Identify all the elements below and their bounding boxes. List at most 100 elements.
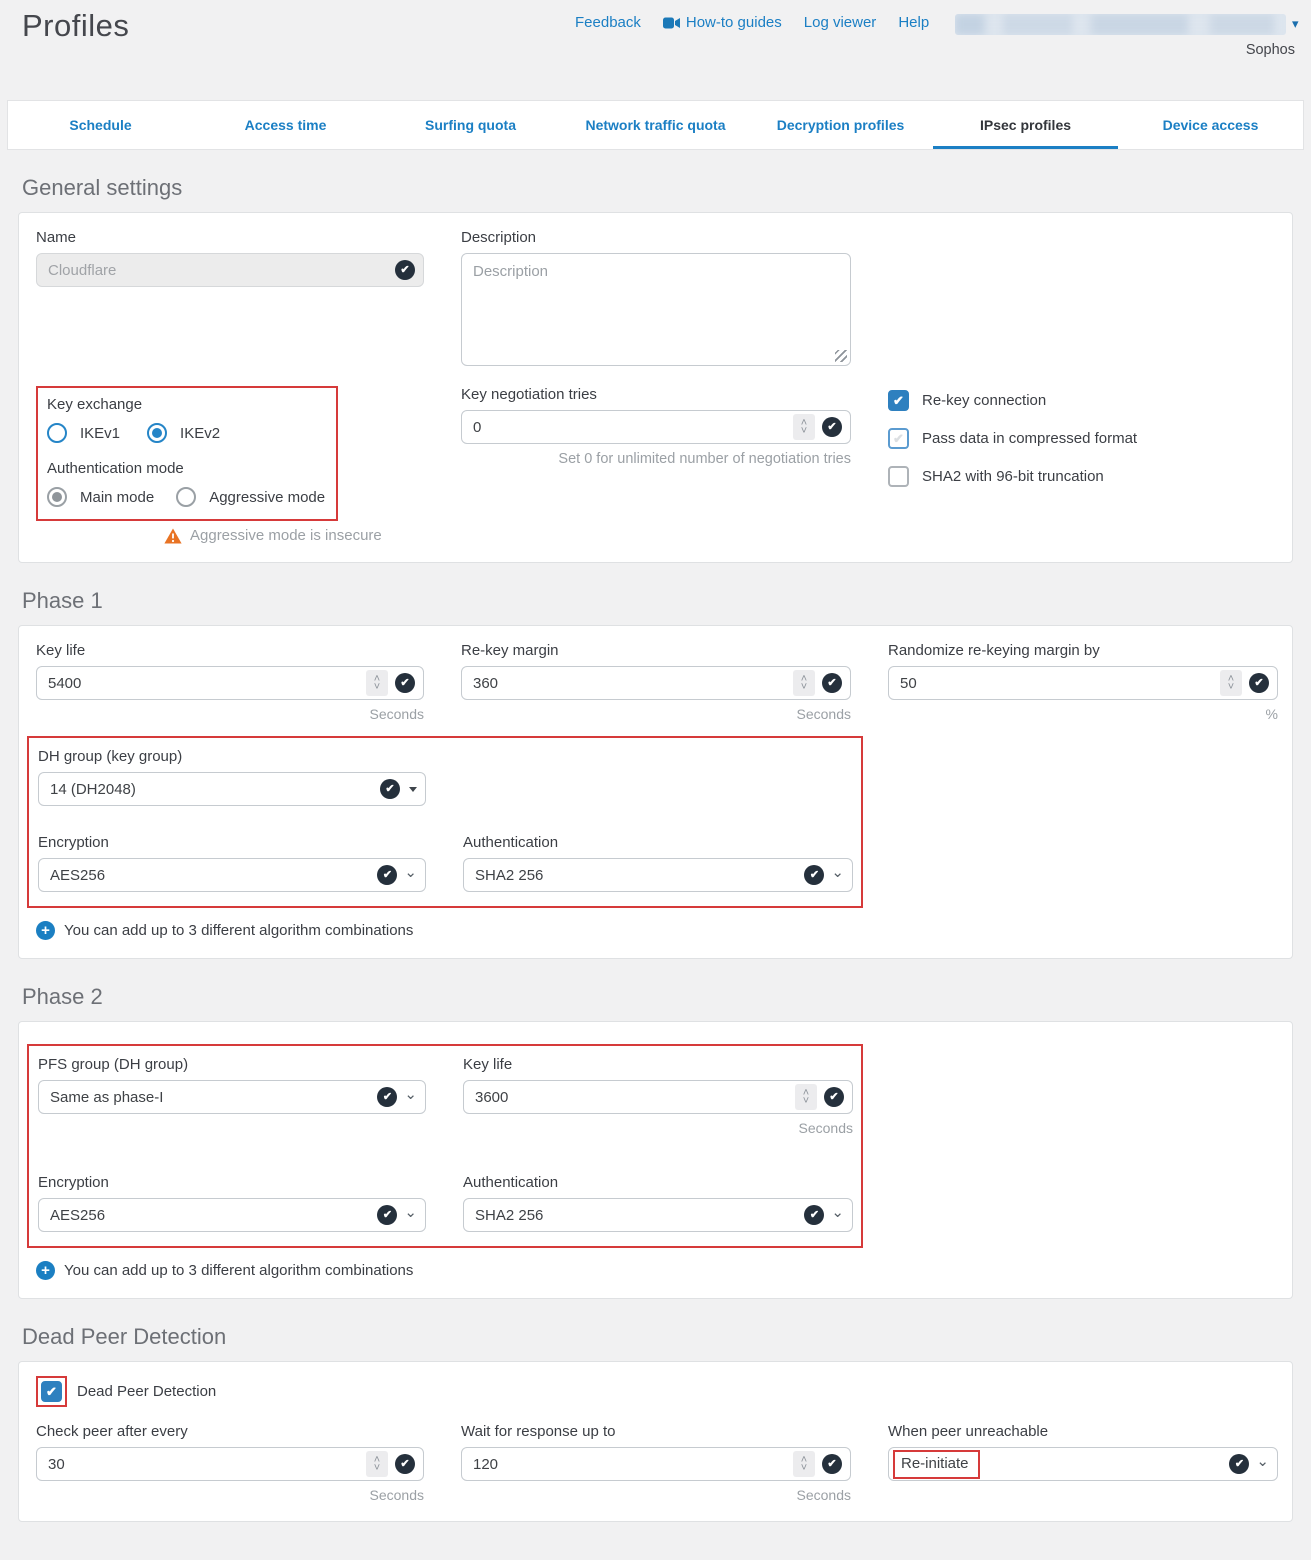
brand-label: Sophos xyxy=(1246,42,1295,58)
stepper-control[interactable]: ˄˅ xyxy=(793,670,815,696)
key-negotiation-helper: Set 0 for unlimited number of negotiatio… xyxy=(461,451,851,467)
phase1-card: Key life 5400 ˄˅ ✔ Seconds Re-key margin… xyxy=(18,625,1293,959)
p1-randomize-label: Randomize re-keying margin by xyxy=(888,642,1278,659)
valid-check-icon: ✔ xyxy=(380,779,400,799)
add-combination-icon[interactable]: + xyxy=(36,921,55,940)
p2-key-life-input[interactable]: 3600 ˄˅ ✔ xyxy=(463,1080,853,1114)
main-mode-radio[interactable] xyxy=(47,487,67,507)
p1-key-life-unit: Seconds xyxy=(36,706,424,722)
chevron-down-icon[interactable]: ⌄ xyxy=(404,865,417,880)
help-label: Help xyxy=(898,14,929,31)
valid-check-icon: ✔ xyxy=(822,1454,842,1474)
peer-unreachable-select[interactable]: Re-initiate ✔ ⌄ xyxy=(888,1447,1278,1481)
tab-schedule[interactable]: Schedule xyxy=(8,101,193,149)
dropdown-caret-icon[interactable] xyxy=(409,787,417,792)
tab-surfing-quota[interactable]: Surfing quota xyxy=(378,101,563,149)
general-settings-heading: General settings xyxy=(22,175,1311,201)
p1-key-life-input[interactable]: 5400 ˄˅ ✔ xyxy=(36,666,424,700)
dpd-enable-label: Dead Peer Detection xyxy=(77,1383,216,1400)
admin-account-menu[interactable] xyxy=(955,14,1286,35)
resize-grip-icon[interactable] xyxy=(835,350,847,362)
check-peer-unit: Seconds xyxy=(36,1487,424,1503)
p1-authentication-select[interactable]: SHA2 256 ✔ ⌄ xyxy=(463,858,853,892)
chevron-down-icon[interactable]: ⌄ xyxy=(831,1205,844,1220)
add-combination-icon[interactable]: + xyxy=(36,1261,55,1280)
rekey-connection-checkbox[interactable]: ✔ xyxy=(888,390,909,411)
ikev1-radio[interactable] xyxy=(47,423,67,443)
page-title: Profiles xyxy=(22,8,129,44)
chevron-down-icon[interactable]: ⌄ xyxy=(404,1205,417,1220)
pfs-group-select[interactable]: Same as phase-I ✔ ⌄ xyxy=(38,1080,426,1114)
stepper-down-icon[interactable]: ˅ xyxy=(803,1097,809,1105)
valid-check-icon: ✔ xyxy=(1229,1454,1249,1474)
stepper-down-icon[interactable]: ˅ xyxy=(374,1464,380,1472)
p2-authentication-value: SHA2 256 xyxy=(475,1207,797,1224)
valid-check-icon: ✔ xyxy=(395,673,415,693)
tab-network-traffic-quota[interactable]: Network traffic quota xyxy=(563,101,748,149)
p1-encryption-select[interactable]: AES256 ✔ ⌄ xyxy=(38,858,426,892)
stepper-control[interactable]: ˄˅ xyxy=(793,1451,815,1477)
wait-response-input[interactable]: 120 ˄˅ ✔ xyxy=(461,1447,851,1481)
p1-randomize-input[interactable]: 50 ˄˅ ✔ xyxy=(888,666,1278,700)
key-exchange-label: Key exchange xyxy=(47,396,332,413)
howto-guides-link[interactable]: How-to guides xyxy=(663,14,782,31)
p1-add-note: You can add up to 3 different algorithm … xyxy=(64,922,413,939)
dpd-enable-checkbox[interactable]: ✔ xyxy=(41,1381,62,1402)
general-settings-card: Name Cloudflare ✔ Description Descriptio… xyxy=(18,212,1293,563)
stepper-down-icon[interactable]: ˅ xyxy=(1228,683,1234,691)
ikev2-radio[interactable] xyxy=(147,423,167,443)
tab-ipsec-profiles[interactable]: IPsec profiles xyxy=(933,101,1118,149)
description-textarea[interactable]: Description xyxy=(461,253,851,366)
auth-mode-label: Authentication mode xyxy=(47,460,332,477)
key-negotiation-input[interactable]: 0 ˄ ˅ ✔ xyxy=(461,410,851,444)
chevron-down-icon[interactable]: ⌄ xyxy=(831,865,844,880)
stepper-control[interactable]: ˄ ˅ xyxy=(793,414,815,440)
stepper-down-icon[interactable]: ˅ xyxy=(801,427,807,435)
aggressive-mode-radio[interactable] xyxy=(176,487,196,507)
check-peer-input[interactable]: 30 ˄˅ ✔ xyxy=(36,1447,424,1481)
valid-check-icon: ✔ xyxy=(377,1205,397,1225)
aggressive-mode-label: Aggressive mode xyxy=(209,489,325,506)
header-links: Feedback How-to guides Log viewer Help xyxy=(575,14,929,31)
p2-encryption-select[interactable]: AES256 ✔ ⌄ xyxy=(38,1198,426,1232)
valid-check-icon: ✔ xyxy=(377,1087,397,1107)
p2-authentication-select[interactable]: SHA2 256 ✔ ⌄ xyxy=(463,1198,853,1232)
p1-rekey-margin-input[interactable]: 360 ˄˅ ✔ xyxy=(461,666,851,700)
stepper-down-icon[interactable]: ˅ xyxy=(801,1464,807,1472)
blurred-admin-name xyxy=(955,14,1286,35)
stepper-down-icon[interactable]: ˅ xyxy=(801,683,807,691)
feedback-label: Feedback xyxy=(575,14,641,31)
stepper-control[interactable]: ˄˅ xyxy=(366,670,388,696)
ikev2-label: IKEv2 xyxy=(180,425,220,442)
phase2-card: PFS group (DH group) Same as phase-I ✔ ⌄… xyxy=(18,1021,1293,1299)
tab-access-time[interactable]: Access time xyxy=(193,101,378,149)
key-exchange-annotation-box: Key exchange IKEv1 IKEv2 Authentication … xyxy=(36,386,338,521)
check-peer-value: 30 xyxy=(48,1456,359,1473)
valid-check-icon: ✔ xyxy=(377,865,397,885)
phase2-heading: Phase 2 xyxy=(22,984,1311,1010)
tab-decryption-profiles[interactable]: Decryption profiles xyxy=(748,101,933,149)
stepper-control[interactable]: ˄˅ xyxy=(795,1084,817,1110)
compressed-format-checkbox[interactable]: ✔ xyxy=(888,428,909,449)
stepper-down-icon[interactable]: ˅ xyxy=(374,683,380,691)
chevron-down-icon[interactable]: ⌄ xyxy=(1256,1454,1269,1469)
valid-check-icon: ✔ xyxy=(804,1205,824,1225)
p2-key-life-label: Key life xyxy=(463,1056,853,1073)
log-viewer-link[interactable]: Log viewer xyxy=(804,14,877,31)
help-link[interactable]: Help xyxy=(898,14,929,31)
stepper-control[interactable]: ˄˅ xyxy=(366,1451,388,1477)
tab-device-access[interactable]: Device access xyxy=(1118,101,1303,149)
feedback-link[interactable]: Feedback xyxy=(575,14,641,31)
dh-group-select[interactable]: 14 (DH2048) ✔ xyxy=(38,772,426,806)
caret-down-icon[interactable]: ▾ xyxy=(1292,17,1299,30)
video-camera-icon xyxy=(663,17,680,29)
chevron-down-icon[interactable]: ⌄ xyxy=(404,1087,417,1102)
stepper-control[interactable]: ˄˅ xyxy=(1220,670,1242,696)
sha2-truncation-checkbox[interactable] xyxy=(888,466,909,487)
warning-triangle-icon xyxy=(164,528,182,544)
howto-guides-label: How-to guides xyxy=(686,14,782,31)
wait-response-label: Wait for response up to xyxy=(461,1423,851,1440)
peer-unreachable-value: Re-initiate xyxy=(901,1455,969,1472)
aggressive-warning-text: Aggressive mode is insecure xyxy=(190,527,382,544)
wait-response-value: 120 xyxy=(473,1456,786,1473)
